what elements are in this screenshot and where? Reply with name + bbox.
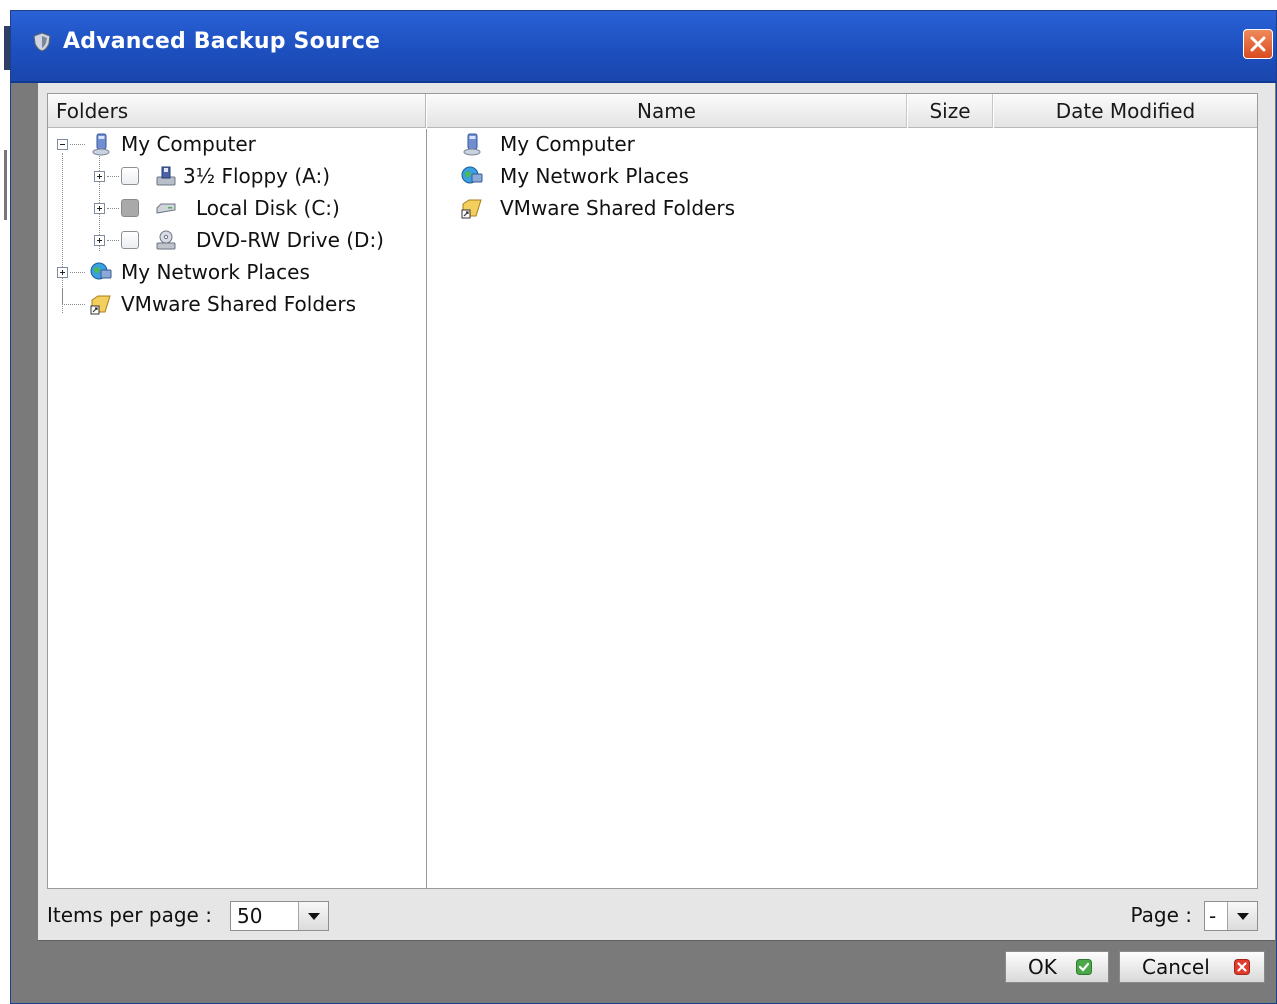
tree-label: Local Disk (C:) [196,196,340,220]
check-icon [1076,959,1092,975]
tree-guide [62,304,85,305]
expand-toggle[interactable] [94,203,105,214]
tree-label: My Computer [121,132,256,156]
local-disk-checkbox[interactable] [121,199,139,217]
cancel-button[interactable]: Cancel [1119,951,1265,983]
close-button[interactable] [1243,29,1273,59]
shield-icon [33,32,51,52]
tree-node-dvd[interactable]: DVD-RW Drive (D:) [48,224,426,256]
browser-frame: Folders Name Size Date Modified My Compu… [47,93,1258,889]
tree-label: My Network Places [121,260,310,284]
folders-column-header: Folders [48,94,426,128]
tree-label: VMware Shared Folders [121,292,356,316]
tree-label: DVD-RW Drive (D:) [196,228,384,252]
shared-folder-icon [90,295,111,315]
expand-toggle[interactable] [94,171,105,182]
date-modified-column-header[interactable]: Date Modified [994,94,1257,128]
my-computer-icon [92,133,110,156]
list-item[interactable]: VMware Shared Folders [428,192,1256,224]
page-value: - [1209,904,1217,928]
folder-tree: My Computer 3½ Floppy (A:) Local Disk (C… [48,129,427,888]
expand-toggle[interactable] [57,267,68,278]
tree-guide [107,208,119,209]
chevron-down-icon[interactable] [298,902,328,930]
name-column-header[interactable]: Name [427,94,907,128]
list-item[interactable]: My Network Places [428,160,1256,192]
tree-guide [107,240,119,241]
dvd-checkbox[interactable] [121,231,139,249]
chevron-down-icon[interactable] [1227,902,1257,930]
pagination-bar: Items per page : 50 Page : - [47,901,1258,931]
floppy-checkbox[interactable] [121,167,139,185]
tree-label: 3½ Floppy (A:) [183,164,331,188]
collapse-toggle[interactable] [57,139,68,150]
items-per-page-value: 50 [237,904,263,928]
tree-guide [62,288,63,304]
page-select[interactable]: - [1204,901,1258,931]
background-marker [4,150,7,220]
list-item[interactable]: My Computer [428,128,1256,160]
items-per-page-label: Items per page : [47,903,212,927]
tree-guide [107,176,119,177]
tree-node-my-computer[interactable]: My Computer [48,128,426,160]
expand-toggle[interactable] [94,235,105,246]
tree-node-local-disk[interactable]: Local Disk (C:) [48,192,426,224]
tree-node-floppy[interactable]: 3½ Floppy (A:) [48,160,426,192]
my-computer-icon [463,133,481,156]
network-places-icon [461,166,483,184]
shared-folder-icon [461,199,482,219]
list-item-label: My Network Places [500,164,689,188]
dialog-title: Advanced Backup Source [63,29,381,54]
hard-disk-icon [156,203,176,214]
list-item-label: My Computer [500,132,635,156]
title-bar[interactable]: Advanced Backup Source [11,11,1276,83]
advanced-backup-source-dialog: Advanced Backup Source Folders Name Size… [10,10,1277,1004]
cancel-label: Cancel [1142,955,1210,979]
items-per-page-select[interactable]: 50 [230,901,329,931]
tree-guide [70,144,85,145]
content-panel: Folders Name Size Date Modified My Compu… [38,83,1275,941]
tree-node-network[interactable]: My Network Places [48,256,426,288]
list-item-label: VMware Shared Folders [500,196,735,220]
floppy-drive-icon [156,166,176,186]
network-places-icon [90,262,112,280]
close-icon [1250,36,1266,52]
tree-guide [70,272,85,273]
file-list: My Computer My Network Places VMware Sha… [428,129,1257,888]
page-label: Page : [1130,903,1192,927]
dvd-drive-icon [156,230,176,250]
size-column-header[interactable]: Size [908,94,993,128]
ok-label: OK [1028,955,1057,979]
cancel-x-icon [1234,959,1250,975]
ok-button[interactable]: OK [1005,951,1109,983]
tree-node-vmware[interactable]: VMware Shared Folders [48,288,426,320]
